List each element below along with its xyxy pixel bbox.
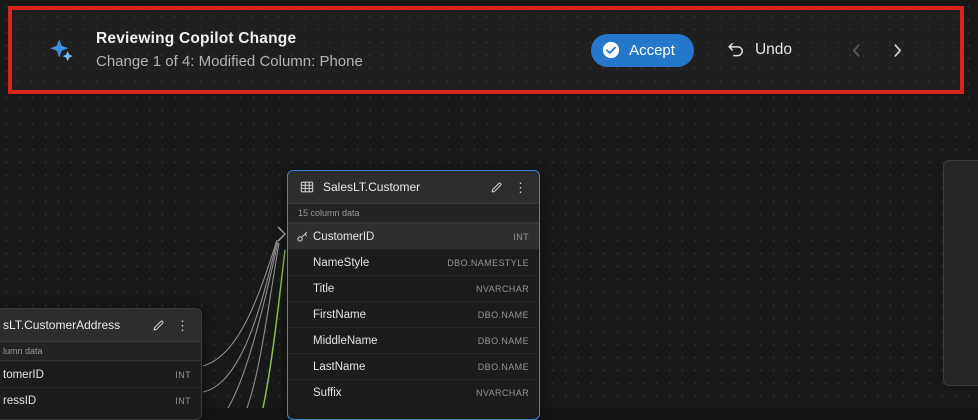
pencil-icon — [490, 181, 503, 194]
relationship-edge[interactable] — [203, 241, 277, 392]
column-type: NVARCHAR — [476, 284, 529, 294]
column-name: MiddleName — [313, 335, 478, 347]
undo-button[interactable]: Undo — [720, 39, 798, 61]
banner-subtitle: Change 1 of 4: Modified Column: Phone — [96, 53, 363, 70]
table-card-partial[interactable] — [943, 160, 978, 386]
next-change-button[interactable] — [887, 40, 908, 61]
column-row[interactable]: CustomerIDINT — [288, 223, 539, 249]
check-circle-icon — [602, 41, 620, 59]
table-menu-button[interactable]: ⋮ — [512, 181, 529, 194]
column-row[interactable]: FirstNameDBO.NAME — [288, 301, 539, 327]
column-name: tomerID — [3, 369, 175, 381]
column-name: CustomerID — [313, 231, 513, 243]
banner-title: Reviewing Copilot Change — [96, 30, 363, 48]
kebab-menu-icon: ⋮ — [514, 181, 527, 194]
column-type: INT — [513, 232, 529, 242]
table-icon — [298, 180, 316, 194]
edit-table-button[interactable] — [150, 319, 167, 332]
edit-table-button[interactable] — [488, 181, 505, 194]
kebab-menu-icon: ⋮ — [176, 319, 189, 332]
table-rows: tomerIDINTressIDINT — [0, 361, 201, 413]
relationship-edge[interactable] — [247, 243, 279, 408]
table-rows: CustomerIDINTNameStyleDBO.NAMESTYLETitle… — [288, 223, 539, 405]
accept-button[interactable]: Accept — [591, 34, 694, 67]
column-row[interactable]: ressIDINT — [0, 387, 201, 413]
copilot-review-banner: Reviewing Copilot Change Change 1 of 4: … — [8, 6, 964, 94]
relationship-edge[interactable] — [203, 240, 277, 366]
column-row[interactable]: NameStyleDBO.NAMESTYLE — [288, 249, 539, 275]
column-row[interactable]: LastNameDBO.NAME — [288, 353, 539, 379]
column-type: DBO.NAME — [478, 362, 529, 372]
pencil-icon — [152, 319, 165, 332]
chevron-right-icon — [889, 42, 906, 59]
column-type: INT — [175, 396, 191, 406]
copilot-sparkle-icon — [48, 37, 75, 64]
column-name: LastName — [313, 361, 478, 373]
undo-icon — [726, 40, 746, 60]
column-row[interactable]: tomerIDINT — [0, 361, 201, 387]
column-name: FirstName — [313, 309, 478, 321]
column-type: INT — [175, 370, 191, 380]
column-row[interactable]: MiddleNameDBO.NAME — [288, 327, 539, 353]
table-card-customer-address[interactable]: sLT.CustomerAddress ⋮ lumn data tomerIDI… — [0, 308, 202, 420]
column-name: ressID — [3, 395, 175, 407]
banner-text: Reviewing Copilot Change Change 1 of 4: … — [96, 30, 363, 70]
banner-actions: Accept Undo — [591, 34, 908, 67]
edge-arrowhead-icon — [278, 227, 285, 241]
previous-change-button[interactable] — [846, 40, 867, 61]
accept-button-label: Accept — [629, 42, 675, 59]
column-type: DBO.NAME — [478, 310, 529, 320]
undo-button-label: Undo — [755, 41, 792, 59]
diagram-canvas[interactable]: Reviewing Copilot Change Change 1 of 4: … — [0, 0, 978, 408]
table-card-header: SalesLT.Customer ⋮ — [288, 171, 539, 203]
table-meta: lumn data — [0, 341, 201, 361]
table-title: SalesLT.Customer — [323, 180, 481, 194]
chevron-left-icon — [848, 42, 865, 59]
table-menu-button[interactable]: ⋮ — [174, 319, 191, 332]
table-title: sLT.CustomerAddress — [3, 318, 143, 332]
column-name: Title — [313, 283, 476, 295]
column-name: NameStyle — [313, 257, 447, 269]
table-card-customer[interactable]: SalesLT.Customer ⋮ 15 column data Custom… — [287, 170, 540, 420]
table-meta: 15 column data — [288, 203, 539, 223]
column-type: DBO.NAME — [478, 336, 529, 346]
column-type: NVARCHAR — [476, 388, 529, 398]
column-row[interactable]: TitleNVARCHAR — [288, 275, 539, 301]
table-card-header: sLT.CustomerAddress ⋮ — [0, 309, 201, 341]
column-name: Suffix — [313, 387, 476, 399]
primary-key-icon — [296, 230, 313, 243]
column-type: DBO.NAMESTYLE — [447, 258, 529, 268]
column-row[interactable]: SuffixNVARCHAR — [288, 379, 539, 405]
